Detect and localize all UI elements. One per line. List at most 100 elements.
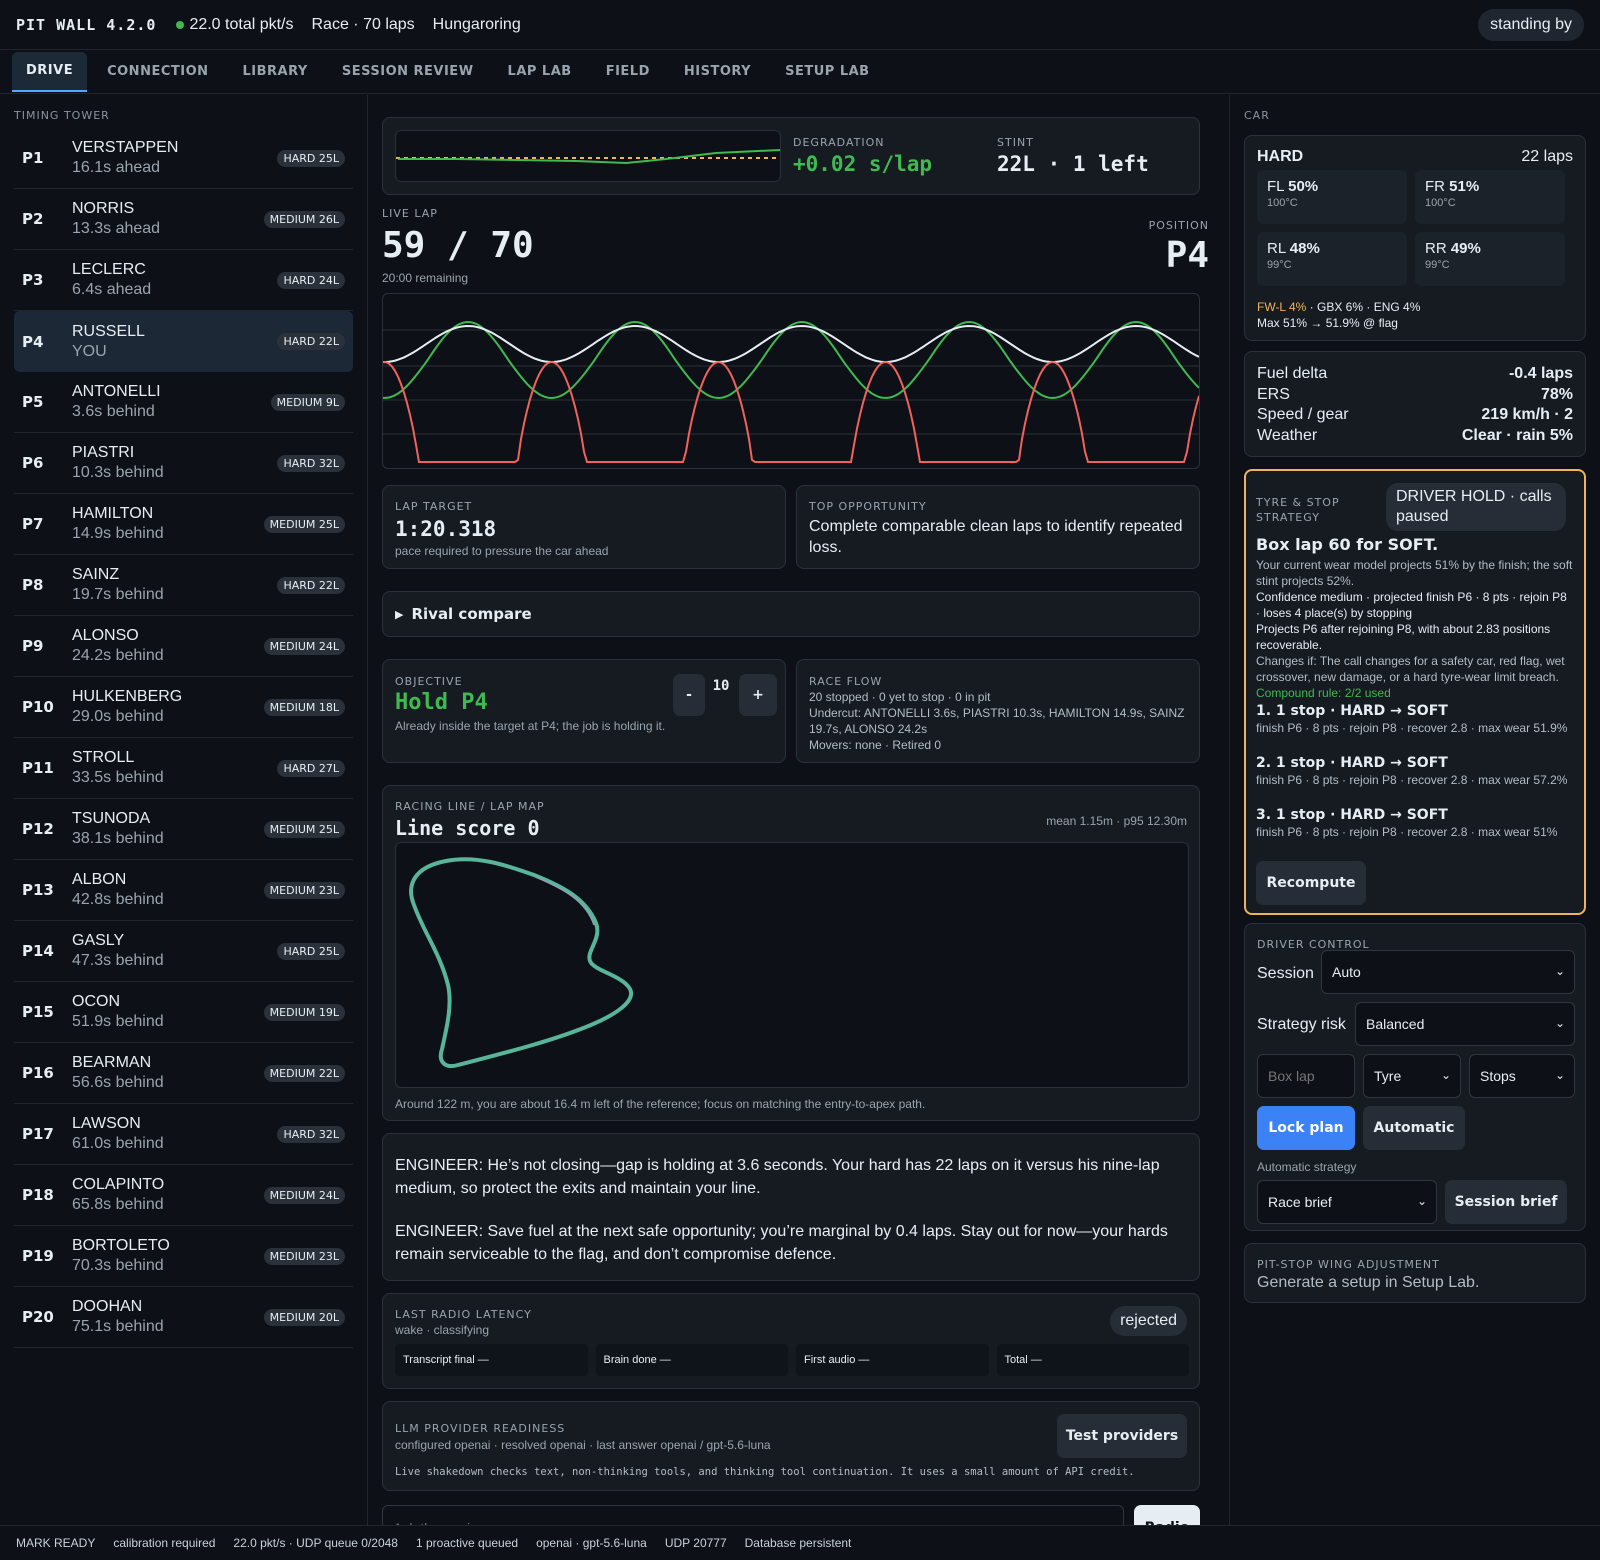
driver-name: GASLY xyxy=(72,932,125,949)
top-bar: PIT WALL 4.2.0 22.0 total pkt/s Race · 7… xyxy=(0,0,1600,50)
timing-row[interactable]: P18 COLAPINTO 65.8s behind MEDIUM 24L xyxy=(14,1165,353,1226)
box-lap-input[interactable] xyxy=(1257,1054,1355,1098)
vital-label: Speed / gear xyxy=(1257,406,1349,423)
timing-row[interactable]: P8 SAINZ 19.7s behind HARD 22L xyxy=(14,555,353,616)
telemetry-svg xyxy=(383,320,1199,463)
ask-engineer-input[interactable] xyxy=(382,1505,1124,1525)
radio-latency-card: LAST RADIO LATENCY wake · classifying re… xyxy=(382,1293,1200,1389)
llm-readiness-sub: configured openai · resolved openai · la… xyxy=(395,1438,771,1452)
driver-name: ALONSO xyxy=(72,627,139,644)
session-select[interactable]: Auto xyxy=(1321,950,1575,994)
car-panel: CAR HARD 22 laps FL 50% 100°C FR 51% 100°C R… xyxy=(1229,95,1600,1525)
drive-main: DEGRADATION +0.02 s/lap STINT 22L · 1 le… xyxy=(368,95,1229,1525)
packet-rate: 22.0 total pkt/s xyxy=(176,16,294,34)
tyre-badge: MEDIUM 9L xyxy=(270,394,345,411)
rival-compare-label: Rival compare xyxy=(411,605,532,623)
caret-right-icon: ▶ xyxy=(395,608,404,621)
timing-row[interactable]: P16 BEARMAN 56.6s behind MEDIUM 22L xyxy=(14,1043,353,1104)
tyre-wear: 49% xyxy=(1450,240,1481,257)
top-opportunity-text: Complete comparable clean laps to identi… xyxy=(809,518,1183,556)
timing-driver: OCON 51.9s behind xyxy=(72,992,164,1032)
reference-line-path xyxy=(535,876,595,926)
radio-latency-sub: wake · classifying xyxy=(395,1323,490,1337)
race-flow-label: RACE FLOW xyxy=(809,675,883,688)
timing-row[interactable]: P13 ALBON 42.8s behind MEDIUM 23L xyxy=(14,860,353,921)
strategy-confidence: Confidence medium · projected finish P6 … xyxy=(1256,590,1567,620)
driver-name: BEARMAN xyxy=(72,1054,152,1071)
timing-driver: TSUNODA 38.1s behind xyxy=(72,809,164,849)
track-map xyxy=(395,842,1189,1088)
timing-position: P3 xyxy=(22,271,44,289)
rival-compare-toggle[interactable]: ▶ Rival compare xyxy=(382,591,1200,637)
objective-increment-button[interactable]: + xyxy=(739,674,777,716)
session-select-wrap: Auto ⌄ xyxy=(1321,950,1575,994)
driver-gap: 70.3s behind xyxy=(72,1257,164,1274)
stops-select[interactable]: Stops xyxy=(1469,1054,1575,1098)
timing-row[interactable]: P6 PIASTRI 10.3s behind HARD 32L xyxy=(14,433,353,494)
timing-row[interactable]: P4 RUSSELL YOU HARD 22L xyxy=(14,311,353,372)
tyre-cell-label: RL 48% xyxy=(1267,240,1397,257)
timing-row[interactable]: P15 OCON 51.9s behind MEDIUM 19L xyxy=(14,982,353,1043)
strategy-option[interactable]: 2. 1 stop · HARD → SOFT finish P6 · 8 pt… xyxy=(1256,755,1578,807)
lock-plan-button[interactable]: Lock plan xyxy=(1257,1106,1355,1150)
timing-row[interactable]: P3 LECLERC 6.4s ahead HARD 24L xyxy=(14,250,353,311)
timing-row[interactable]: P9 ALONSO 24.2s behind MEDIUM 24L xyxy=(14,616,353,677)
session-brief-button[interactable]: Session brief xyxy=(1445,1180,1567,1224)
timing-position: P14 xyxy=(22,942,54,960)
timing-row[interactable]: P5 ANTONELLI 3.6s behind MEDIUM 9L xyxy=(14,372,353,433)
timing-row[interactable]: P17 LAWSON 61.0s behind HARD 32L xyxy=(14,1104,353,1165)
timing-row[interactable]: P14 GASLY 47.3s behind HARD 25L xyxy=(14,921,353,982)
driver-name: HAMILTON xyxy=(72,505,154,522)
tyre-temp: 99°C xyxy=(1425,259,1450,271)
strategy-risk-select[interactable]: Balanced xyxy=(1355,1002,1575,1046)
objective-stepper-value: 10 xyxy=(712,678,730,694)
test-providers-button[interactable]: Test providers xyxy=(1057,1414,1187,1458)
driver-name: VERSTAPPEN xyxy=(72,139,179,156)
driver-name: HULKENBERG xyxy=(72,688,183,705)
session-type: Race · 70 laps xyxy=(311,15,415,33)
radio-button[interactable]: Radio xyxy=(1134,1505,1200,1525)
automatic-button[interactable]: Automatic xyxy=(1363,1106,1465,1150)
timing-row[interactable]: P20 DOOHAN 75.1s behind MEDIUM 20L xyxy=(14,1287,353,1348)
timing-row[interactable]: P19 BORTOLETO 70.3s behind MEDIUM 23L xyxy=(14,1226,353,1287)
timing-row[interactable]: P2 NORRIS 13.3s ahead MEDIUM 26L xyxy=(14,189,353,250)
tab-library[interactable]: LIBRARY xyxy=(229,52,322,92)
position-label: POSITION xyxy=(1148,219,1209,232)
timing-row[interactable]: P7 HAMILTON 14.9s behind MEDIUM 25L xyxy=(14,494,353,555)
race-flow-stops: 20 stopped · 0 yet to stop · 0 in pit xyxy=(809,690,991,704)
timing-position: P4 xyxy=(22,332,44,351)
vital-value: 78% xyxy=(1540,385,1573,403)
tab-history[interactable]: HISTORY xyxy=(670,52,765,92)
timing-row[interactable]: P12 TSUNODA 38.1s behind MEDIUM 25L xyxy=(14,799,353,860)
strategy-option[interactable]: 3. 1 stop · HARD → SOFT finish P6 · 8 pt… xyxy=(1256,807,1578,859)
wing-adjustment-label: PIT-STOP WING ADJUSTMENT xyxy=(1257,1258,1440,1271)
driver-gap: 33.5s behind xyxy=(72,769,164,786)
lap-target-note: pace required to pressure the car ahead xyxy=(395,544,609,558)
tab-lap-lab[interactable]: LAP LAB xyxy=(494,52,586,92)
timing-driver: NORRIS 13.3s ahead xyxy=(72,199,160,239)
timing-row[interactable]: P10 HULKENBERG 29.0s behind MEDIUM 18L xyxy=(14,677,353,738)
strategy-option-title: 3. 1 stop · HARD → SOFT xyxy=(1256,807,1448,823)
tab-session-review[interactable]: SESSION REVIEW xyxy=(328,52,488,92)
timing-row[interactable]: P1 VERSTAPPEN 16.1s ahead HARD 25L xyxy=(14,128,353,189)
tab-field[interactable]: FIELD xyxy=(592,52,664,92)
damage-warning: FW-L 4% xyxy=(1257,300,1307,314)
latency-brain: Brain done — xyxy=(595,1344,788,1376)
tab-setup-lab[interactable]: SETUP LAB xyxy=(771,52,883,92)
degradation-sparkline xyxy=(395,130,781,182)
objective-decrement-button[interactable]: - xyxy=(673,674,705,716)
recompute-button[interactable]: Recompute xyxy=(1256,861,1366,905)
timing-row[interactable]: P11 STROLL 33.5s behind HARD 27L xyxy=(14,738,353,799)
timing-position: P20 xyxy=(22,1308,54,1326)
driver-name: COLAPINTO xyxy=(72,1176,165,1193)
brief-select[interactable]: Race brief xyxy=(1257,1180,1437,1224)
tyre-badge: HARD 25L xyxy=(277,150,345,167)
wing-adjustment-text: Generate a setup in Setup Lab. xyxy=(1257,1274,1480,1291)
strategy-options: 1. 1 stop · HARD → SOFT finish P6 · 8 pt… xyxy=(1256,703,1578,859)
tyre-select[interactable]: Tyre xyxy=(1363,1054,1461,1098)
tab-drive[interactable]: DRIVE xyxy=(12,51,88,92)
degradation-value: +0.02 s/lap xyxy=(793,152,933,176)
strategy-option[interactable]: 1. 1 stop · HARD → SOFT finish P6 · 8 pt… xyxy=(1256,703,1578,755)
tyre-badge: HARD 25L xyxy=(277,943,345,960)
tab-connection[interactable]: CONNECTION xyxy=(93,52,222,92)
